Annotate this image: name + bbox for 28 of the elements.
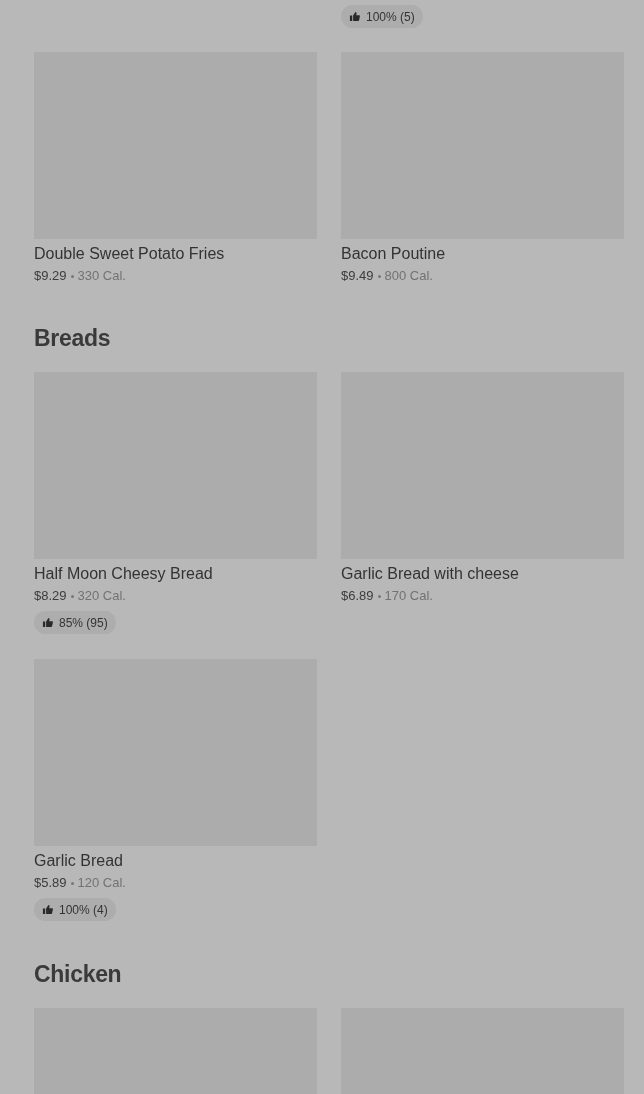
item-name[interactable]: Half Moon Cheesy Bread <box>34 564 213 584</box>
separator-dot-icon <box>377 274 381 278</box>
item-calories: 170 Cal. <box>384 587 433 605</box>
item-calories: 320 Cal. <box>77 587 126 605</box>
item-price: $9.29 <box>34 267 67 285</box>
item-price: $9.49 <box>341 267 374 285</box>
thumbs-up-icon <box>349 11 360 22</box>
rating-badge: 100% (5) <box>341 5 423 28</box>
item-price: $6.89 <box>341 587 374 605</box>
separator-dot-icon <box>70 881 74 885</box>
separator-dot-icon <box>70 274 74 278</box>
item-calories: 330 Cal. <box>77 267 126 285</box>
section-heading: Chicken <box>34 960 123 988</box>
item-calories: 120 Cal. <box>77 874 126 892</box>
item-name[interactable]: Bacon Poutine <box>341 244 446 264</box>
item-calories: 800 Cal. <box>384 267 433 285</box>
item-price: $5.89 <box>34 874 67 892</box>
item-name[interactable]: Garlic Bread with cheese <box>341 564 519 584</box>
rating-badge: 85% (95) <box>34 611 116 634</box>
thumbs-up-icon <box>42 904 53 915</box>
separator-dot-icon <box>377 594 381 598</box>
item-name[interactable]: Garlic Bread <box>34 851 123 871</box>
section-heading: Breads <box>34 324 112 352</box>
rating-badge: 100% (4) <box>34 898 116 921</box>
separator-dot-icon <box>70 594 74 598</box>
item-price: $8.29 <box>34 587 67 605</box>
item-name[interactable]: Double Sweet Potato Fries <box>34 244 225 264</box>
thumbs-up-icon <box>42 617 53 628</box>
